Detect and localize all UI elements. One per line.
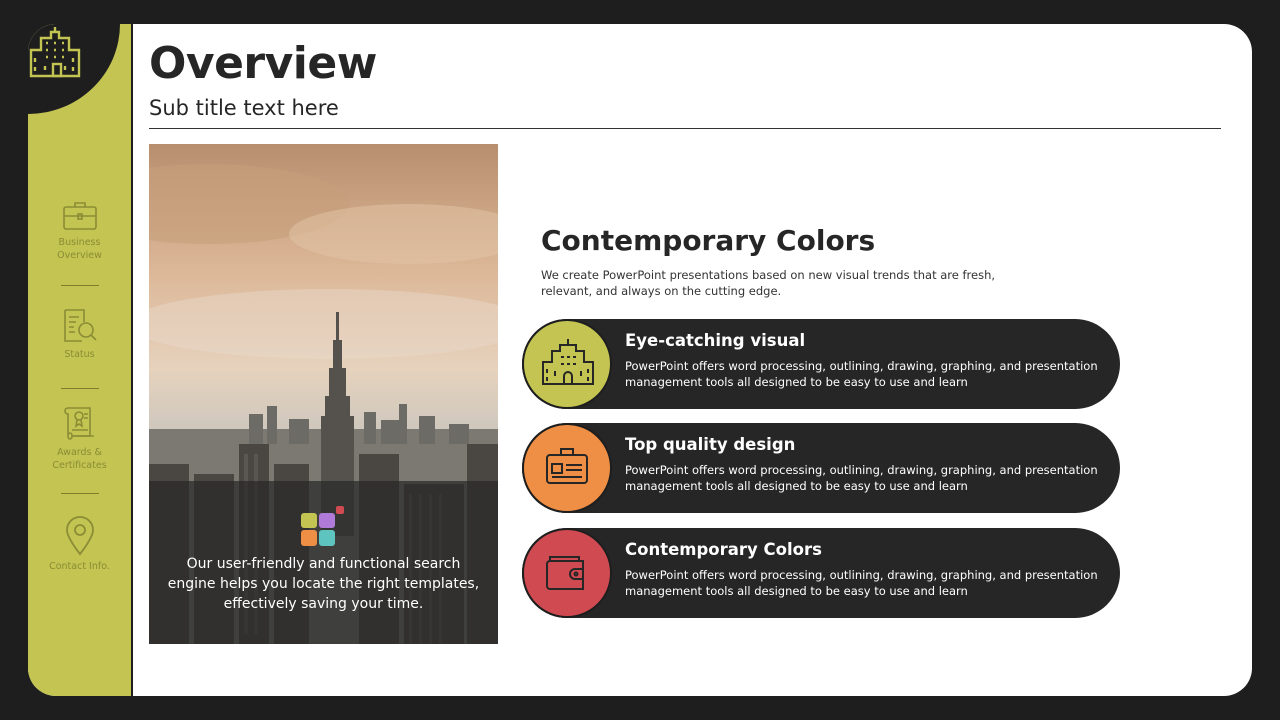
feature-title: Eye-catching visual: [625, 331, 806, 350]
sidebar-item-label: Business Overview: [57, 237, 102, 261]
feature-description: PowerPoint offers word processing, outli…: [625, 568, 1098, 598]
page-title: Overview: [149, 38, 377, 89]
id-card-icon: [546, 448, 588, 484]
photo-caption: Our user-friendly and functional search …: [167, 556, 480, 612]
feature-card: Top quality design PowerPoint offers wor…: [522, 423, 1120, 513]
section-title: Contemporary Colors: [541, 224, 876, 257]
sidebar-item-business-overview[interactable]: Business Overview: [28, 200, 131, 262]
feature-description: PowerPoint offers word processing, outli…: [625, 463, 1098, 493]
city-photo: Our user-friendly and functional search …: [149, 144, 498, 644]
feature-icon-circle: [522, 528, 612, 618]
page-subtitle: Sub title text here: [149, 96, 339, 120]
color-tiles-icon: [301, 506, 344, 546]
certificate-icon: [63, 407, 94, 440]
sidebar-divider: [61, 388, 99, 389]
sidebar-item-label: Status: [64, 349, 95, 360]
feature-title: Contemporary Colors: [625, 540, 822, 559]
feature-card: Contemporary Colors PowerPoint offers wo…: [522, 528, 1120, 618]
sidebar-item-status[interactable]: Status: [28, 308, 131, 361]
building-logo-icon: [29, 27, 81, 78]
feature-description: PowerPoint offers word processing, outli…: [625, 359, 1098, 389]
feature-icon-circle: [522, 319, 612, 409]
section-description: We create PowerPoint presentations based…: [541, 268, 996, 298]
sidebar-divider: [61, 285, 99, 286]
sidebar-item-label: Contact Info.: [49, 561, 110, 572]
building-icon: [542, 339, 594, 385]
header-divider: [149, 128, 1221, 129]
location-pin-icon: [65, 516, 94, 556]
feature-card: Eye-catching visual PowerPoint offers wo…: [522, 319, 1120, 409]
document-search-icon: [63, 309, 97, 342]
slide-frame: Business Overview Status Awards & Certif…: [28, 24, 1252, 696]
wallet-icon: [546, 556, 584, 590]
sidebar-item-label: Awards & Certificates: [52, 447, 107, 471]
feature-title: Top quality design: [625, 435, 796, 454]
sidebar-border: [131, 24, 133, 696]
sidebar-divider: [61, 493, 99, 494]
sidebar-item-contact[interactable]: Contact Info.: [28, 516, 131, 573]
feature-icon-circle: [522, 423, 612, 513]
sidebar-item-awards[interactable]: Awards & Certificates: [28, 404, 131, 472]
briefcase-icon: [62, 202, 97, 230]
